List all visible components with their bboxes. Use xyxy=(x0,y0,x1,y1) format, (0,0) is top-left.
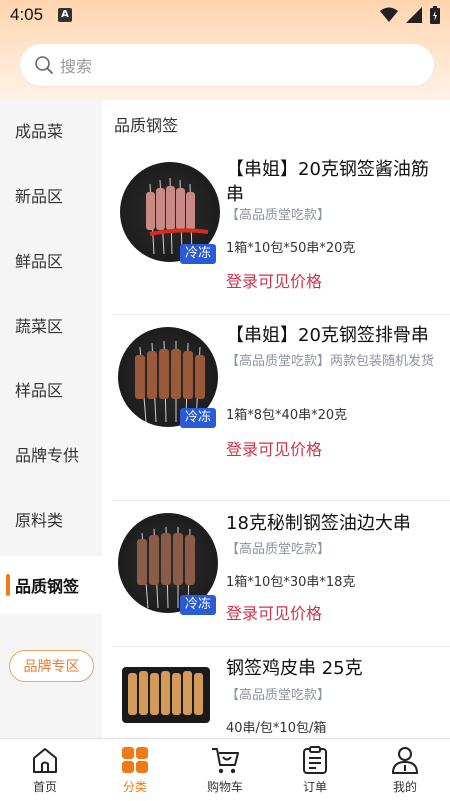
product-title: 18克秘制钢签油边大串 xyxy=(226,513,411,534)
sidebar-item-label: 品质钢签 xyxy=(15,577,80,596)
search-placeholder: 搜索 xyxy=(60,57,93,76)
tab-label: 分类 xyxy=(122,780,147,794)
tab-label: 首页 xyxy=(32,780,57,794)
product-title: 【串姐】20克钢签排骨串 xyxy=(226,325,429,346)
skewer-image xyxy=(128,671,203,715)
profile-icon xyxy=(392,747,418,774)
frozen-badge: 冷冻 xyxy=(180,595,216,615)
product-title: 【串姐】20克钢签酱油筋串 xyxy=(226,159,429,205)
product-spec: 40串/包*10包/箱 xyxy=(226,721,327,736)
sidebar-item-label: 品牌专供 xyxy=(15,446,80,465)
tab-category[interactable]: 分类 xyxy=(90,739,180,801)
tab-home[interactable]: 首页 xyxy=(0,739,90,801)
tab-label: 我的 xyxy=(392,780,417,794)
frozen-badge: 冷冻 xyxy=(180,408,216,428)
tab-profile[interactable]: 我的 xyxy=(360,739,450,801)
cart-icon xyxy=(212,748,239,774)
status-bar: 4:05 A xyxy=(0,0,450,30)
category-icon xyxy=(122,747,148,773)
tab-orders[interactable]: 订单 xyxy=(270,739,360,801)
frozen-badge: 冷冻 xyxy=(180,244,216,264)
sidebar-item-label: 新品区 xyxy=(15,187,64,206)
sidebar-item-label: 成品菜 xyxy=(15,122,64,141)
sidebar-item-label: 样品区 xyxy=(15,381,64,400)
sidebar-item-steel-skewers[interactable]: 品质钢签 xyxy=(0,556,102,614)
search-icon xyxy=(35,56,53,74)
product-price: 登录可见价格 xyxy=(226,272,323,291)
sidebar-item-vegetables[interactable]: 蔬菜区 xyxy=(0,296,102,354)
product-card[interactable]: 钢签鸡皮串 25克 【高品质堂吃款】 40串/包*10包/箱 xyxy=(102,647,450,737)
product-subtitle: 【高品质堂吃款】两款包装随机发货 xyxy=(226,354,435,369)
product-spec: 1箱*10包*50串*20克 xyxy=(226,241,356,256)
order-icon xyxy=(303,746,327,774)
product-image xyxy=(122,667,210,723)
product-spec: 1箱*10包*30串*18克 xyxy=(226,575,356,590)
bottom-tab-bar: 首页 分类 购物车 订单 我的 xyxy=(0,738,450,801)
sidebar-item-raw-materials[interactable]: 原料类 xyxy=(0,490,102,548)
battery-icon xyxy=(430,6,440,24)
wifi-icon xyxy=(380,7,398,22)
product-price: 登录可见价格 xyxy=(226,440,323,459)
tab-label: 购物车 xyxy=(206,780,243,794)
sidebar-item-fresh[interactable]: 鲜品区 xyxy=(0,231,102,289)
sidebar-item-label: 原料类 xyxy=(15,511,64,530)
product-spec: 1箱*8包*40串*20克 xyxy=(226,408,348,423)
product-title: 钢签鸡皮串 25克 xyxy=(226,658,363,679)
sidebar-item-samples[interactable]: 样品区 xyxy=(0,360,102,418)
section-title: 品质钢签 xyxy=(114,116,179,135)
notification-icon: A xyxy=(58,8,72,22)
brand-zone-button[interactable]: 品牌专区 xyxy=(9,650,94,682)
product-card[interactable]: 冷冻 【串姐】20克钢签酱油筋串 【高品质堂吃款】 1箱*10包*50串*20克… xyxy=(102,148,450,313)
product-card[interactable]: 冷冻 【串姐】20克钢签排骨串 【高品质堂吃款】两款包装随机发货 1箱*8包*4… xyxy=(102,315,450,500)
product-price: 登录可见价格 xyxy=(226,604,323,623)
product-subtitle: 【高品质堂吃款】 xyxy=(226,542,331,557)
search-bar[interactable]: 搜索 xyxy=(20,44,434,86)
sidebar-item-label: 鲜品区 xyxy=(15,252,64,271)
status-icons xyxy=(380,5,440,25)
sidebar-item-new-products[interactable]: 新品区 xyxy=(0,166,102,224)
sidebar-item-brand-supply[interactable]: 品牌专供 xyxy=(0,425,102,483)
tab-cart[interactable]: 购物车 xyxy=(180,739,270,801)
sidebar-item-label: 蔬菜区 xyxy=(15,317,64,336)
status-time: 4:05 xyxy=(10,5,44,24)
home-icon xyxy=(33,748,57,773)
product-subtitle: 【高品质堂吃款】 xyxy=(226,208,331,223)
sidebar-item-finished-dishes[interactable]: 成品菜 xyxy=(0,101,102,159)
product-subtitle: 【高品质堂吃款】 xyxy=(226,688,331,703)
active-indicator xyxy=(6,574,10,596)
signal-icon xyxy=(406,7,422,23)
product-card[interactable]: 冷冻 18克秘制钢签油边大串 【高品质堂吃款】 1箱*10包*30串*18克 登… xyxy=(102,501,450,646)
tab-label: 订单 xyxy=(302,780,327,794)
